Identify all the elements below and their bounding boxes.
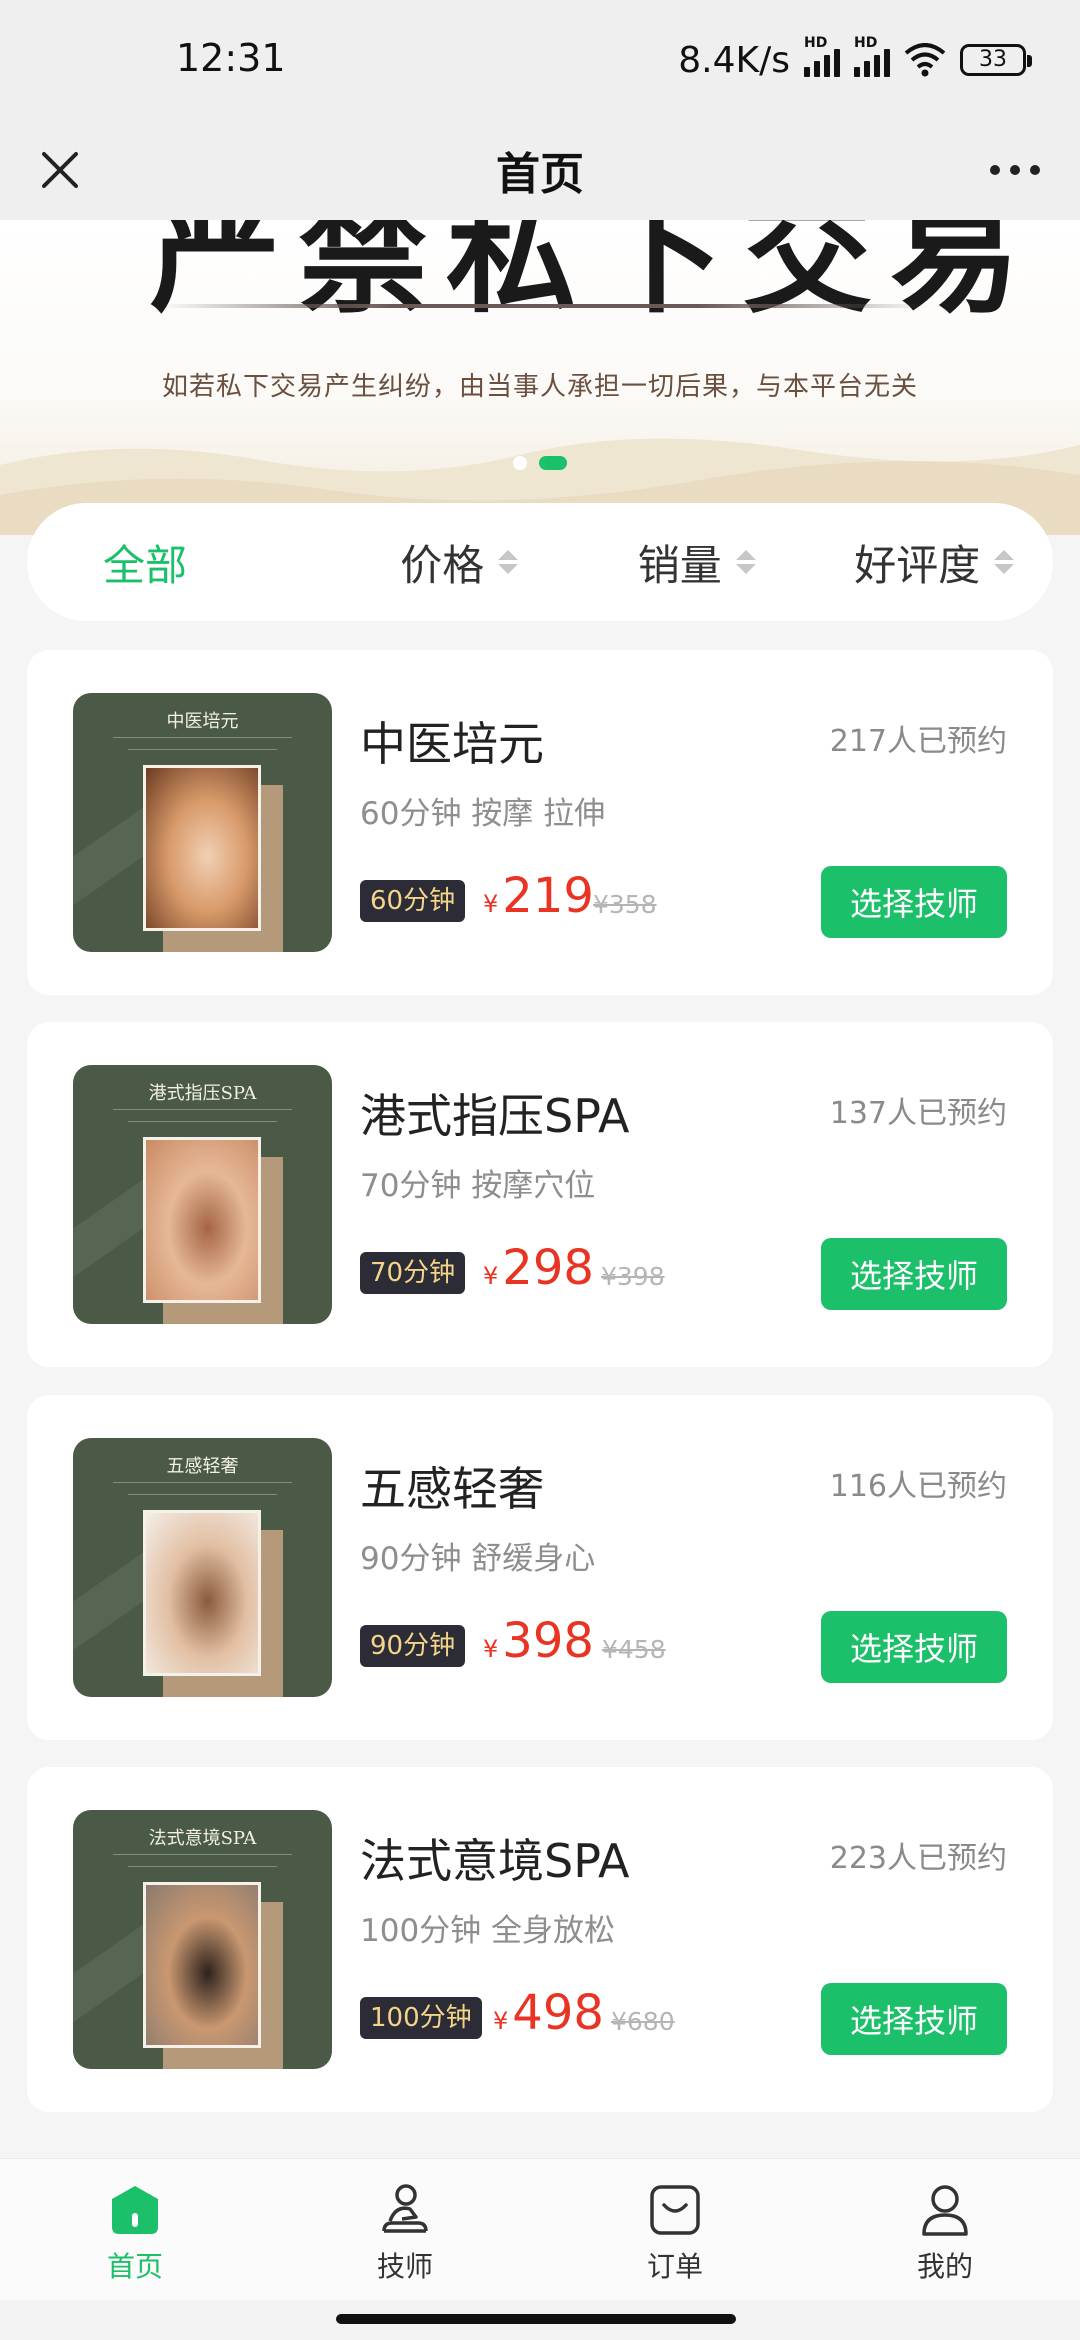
tab-profile[interactable]: 我的 bbox=[810, 2159, 1080, 2300]
wifi-icon bbox=[904, 43, 946, 77]
service-price: ¥398 bbox=[483, 1613, 594, 1669]
select-therapist-button[interactable]: 选择技师 bbox=[821, 1238, 1007, 1310]
select-therapist-button[interactable]: 选择技师 bbox=[821, 866, 1007, 938]
filter-bar: 全部 价格 销量 好评度 bbox=[27, 503, 1053, 621]
filter-label: 全部 bbox=[103, 540, 188, 590]
service-thumbnail: 五感轻奢 bbox=[73, 1438, 332, 1697]
original-price: ¥358 bbox=[593, 890, 657, 919]
massage-photo bbox=[143, 1510, 261, 1676]
tab-label: 我的 bbox=[916, 2250, 973, 2283]
tab-label: 技师 bbox=[376, 2250, 433, 2283]
original-price: ¥398 bbox=[601, 1262, 665, 1291]
service-description: 60分钟 按摩 拉伸 bbox=[360, 796, 606, 832]
therapist-icon bbox=[382, 2184, 428, 2233]
filter-label: 销量 bbox=[637, 540, 722, 590]
status-bar: 12:31 8.4K/s HD HD 33 bbox=[0, 0, 1080, 120]
carousel-dot-active[interactable] bbox=[539, 456, 567, 470]
service-card[interactable]: 港式指压SPA 港式指压SPA 137人已预约 70分钟 按摩穴位 70分钟 ¥… bbox=[27, 1022, 1053, 1367]
currency-symbol: ¥ bbox=[483, 890, 499, 918]
duration-badge: 60分钟 bbox=[360, 880, 466, 922]
thumbnail-title: 五感轻奢 bbox=[166, 1456, 239, 1477]
status-indicators: 8.4K/s HD HD 33 bbox=[678, 35, 1032, 84]
sort-icon bbox=[735, 550, 756, 574]
currency-symbol: ¥ bbox=[483, 1262, 499, 1290]
filter-label: 好评度 bbox=[854, 540, 981, 590]
tab-orders[interactable]: 订单 bbox=[540, 2159, 810, 2300]
thumbnail-title: 法式意境SPA bbox=[148, 1828, 257, 1849]
service-name: 五感轻奢 bbox=[360, 1462, 544, 1516]
original-price: ¥680 bbox=[611, 2007, 675, 2036]
status-time: 12:31 bbox=[176, 36, 286, 80]
currency-symbol: ¥ bbox=[483, 1635, 499, 1663]
service-description: 70分钟 按摩穴位 bbox=[360, 1168, 596, 1204]
service-name: 法式意境SPA bbox=[360, 1834, 630, 1888]
banner-divider bbox=[160, 304, 930, 308]
original-price: ¥458 bbox=[602, 1635, 666, 1664]
filter-all[interactable]: 全部 bbox=[27, 532, 341, 593]
thumbnail-title: 中医培元 bbox=[166, 711, 239, 732]
banner-headline: 严禁私下交易 bbox=[150, 220, 1039, 331]
signal-icon: HD bbox=[804, 35, 840, 77]
filter-rating[interactable]: 好评度 bbox=[816, 532, 1054, 593]
nav-bar: 首页 bbox=[0, 120, 1080, 220]
carousel-dot[interactable] bbox=[513, 456, 527, 470]
banner-subtitle: 如若私下交易产生纠纷，由当事人承担一切后果，与本平台无关 bbox=[161, 372, 918, 402]
bottom-tab-bar: 首页 技师 订单 我的 bbox=[0, 2158, 1080, 2300]
sort-icon bbox=[498, 550, 519, 574]
service-name: 港式指压SPA bbox=[360, 1089, 630, 1143]
massage-photo bbox=[143, 1137, 261, 1303]
price-value: 498 bbox=[512, 1985, 604, 2041]
price-value: 298 bbox=[502, 1240, 594, 1296]
price-value: 398 bbox=[502, 1613, 594, 1669]
massage-photo bbox=[143, 765, 261, 931]
service-thumbnail: 法式意境SPA bbox=[73, 1810, 332, 2069]
sort-icon bbox=[994, 550, 1015, 574]
page-title: 首页 bbox=[496, 149, 584, 200]
service-thumbnail: 港式指压SPA bbox=[73, 1065, 332, 1324]
booked-count: 223人已预约 bbox=[829, 1841, 1007, 1876]
service-card[interactable]: 法式意境SPA 法式意境SPA 223人已预约 100分钟 全身放松 100分钟… bbox=[27, 1767, 1053, 2112]
service-card[interactable]: 中医培元 中医培元 217人已预约 60分钟 按摩 拉伸 60分钟 ¥219 ¥… bbox=[27, 650, 1053, 995]
service-price: ¥219 bbox=[483, 868, 594, 924]
home-icon bbox=[112, 2186, 158, 2234]
service-price: ¥498 bbox=[493, 1985, 604, 2041]
service-thumbnail: 中医培元 bbox=[73, 693, 332, 952]
tab-home[interactable]: 首页 bbox=[0, 2159, 270, 2300]
hd-label-2: HD bbox=[854, 35, 878, 51]
duration-badge: 90分钟 bbox=[360, 1625, 466, 1667]
booked-count: 217人已预约 bbox=[829, 724, 1007, 759]
filter-sales[interactable]: 销量 bbox=[578, 532, 816, 593]
duration-badge: 70分钟 bbox=[360, 1252, 466, 1294]
booked-count: 137人已预约 bbox=[829, 1096, 1007, 1131]
home-indicator[interactable] bbox=[336, 2314, 736, 2324]
order-icon bbox=[650, 2185, 700, 2235]
currency-symbol: ¥ bbox=[493, 2007, 509, 2035]
service-description: 100分钟 全身放松 bbox=[360, 1913, 616, 1949]
service-price: ¥298 bbox=[483, 1240, 594, 1296]
filter-label: 价格 bbox=[400, 540, 485, 590]
service-description: 90分钟 舒缓身心 bbox=[360, 1541, 596, 1577]
more-icon[interactable] bbox=[980, 140, 1050, 200]
tab-label: 首页 bbox=[106, 2250, 163, 2283]
signal-icon-2: HD bbox=[854, 35, 890, 77]
service-name: 中医培元 bbox=[360, 717, 544, 771]
service-card[interactable]: 五感轻奢 五感轻奢 116人已预约 90分钟 舒缓身心 90分钟 ¥398 ¥4… bbox=[27, 1395, 1053, 1740]
massage-photo bbox=[143, 1882, 261, 2048]
tab-therapist[interactable]: 技师 bbox=[270, 2159, 540, 2300]
filter-price[interactable]: 价格 bbox=[341, 532, 579, 593]
duration-badge: 100分钟 bbox=[360, 1997, 482, 2039]
thumbnail-title: 港式指压SPA bbox=[148, 1083, 257, 1104]
profile-icon bbox=[922, 2185, 968, 2236]
banner-carousel[interactable]: 严禁私下交易 如若私下交易产生纠纷，由当事人承担一切后果，与本平台无关 bbox=[0, 220, 1080, 535]
price-value: 219 bbox=[502, 868, 594, 924]
booked-count: 116人已预约 bbox=[829, 1469, 1007, 1504]
hd-label: HD bbox=[804, 35, 828, 51]
battery-icon: 33 bbox=[960, 44, 1032, 76]
select-therapist-button[interactable]: 选择技师 bbox=[821, 1611, 1007, 1683]
select-therapist-button[interactable]: 选择技师 bbox=[821, 1983, 1007, 2055]
tab-label: 订单 bbox=[646, 2250, 703, 2283]
network-speed: 8.4K/s bbox=[678, 39, 790, 81]
carousel-dots bbox=[0, 456, 1080, 470]
